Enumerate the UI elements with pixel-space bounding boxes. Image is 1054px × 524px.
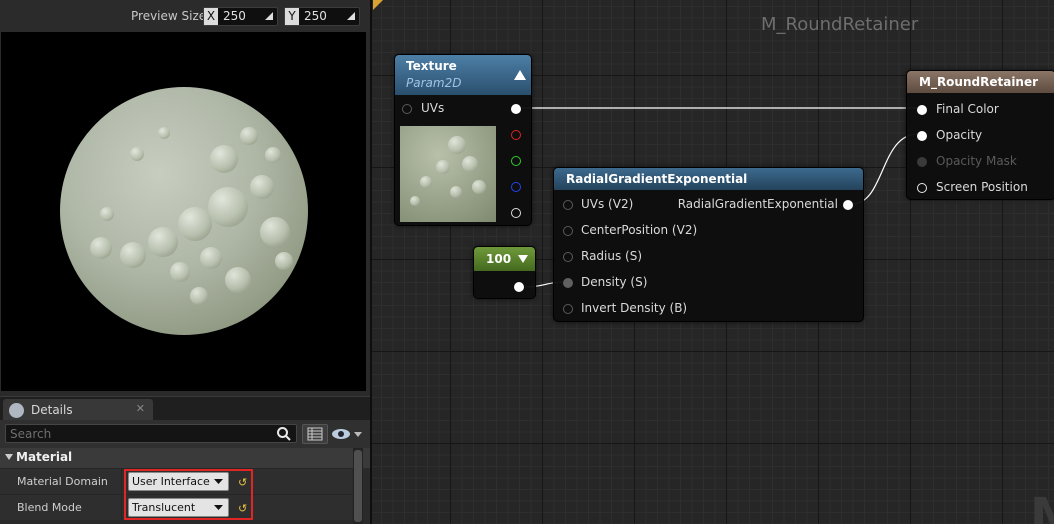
material-preview-viewport[interactable]: [1, 32, 366, 391]
input-row: Final Color: [907, 101, 1054, 119]
uvs-input-pin[interactable]: [563, 200, 573, 210]
details-tabbar: Details ✕: [0, 396, 370, 421]
input-row: Screen Position: [907, 179, 1054, 197]
opacity-mask-pin[interactable]: [917, 157, 927, 167]
details-tab-label: Details: [31, 403, 73, 417]
constant-output-pin[interactable]: [514, 282, 524, 292]
pin-label: Opacity Mask: [936, 154, 1017, 168]
opacity-pin[interactable]: [917, 131, 927, 141]
node-subtitle: Param2D: [406, 76, 462, 90]
pin-label: RadialGradientExponential: [677, 197, 838, 211]
node-header: RadialGradientExponential: [554, 168, 863, 190]
node-header: 100: [474, 247, 535, 271]
y-axis-label: Y: [285, 8, 299, 25]
input-row: Invert Density (B): [554, 300, 714, 318]
material-result-node[interactable]: M_RoundRetainer Final Color Opacity Opac…: [906, 70, 1054, 200]
preview-sphere: [60, 87, 308, 335]
centerposition-input-pin[interactable]: [563, 226, 573, 236]
input-row: Opacity: [907, 127, 1054, 145]
spin-arrow-icon: [347, 12, 355, 20]
radial-output-pin[interactable]: [843, 200, 853, 210]
graph-title: M_RoundRetainer: [761, 14, 919, 35]
search-input[interactable]: Search: [5, 424, 297, 443]
collapse-node-icon[interactable]: [514, 70, 526, 80]
pin-label: UVs: [421, 101, 445, 115]
left-panel: Preview Size X 250 Y 250 Details ✕ Searc…: [0, 0, 370, 524]
input-row: CenterPosition (V2): [554, 222, 714, 240]
red-output-pin[interactable]: [511, 130, 521, 140]
search-placeholder: Search: [10, 427, 52, 441]
grid-icon: [307, 427, 323, 441]
expand-node-icon[interactable]: [518, 255, 528, 263]
graph-corner-marker: [373, 0, 383, 10]
details-search-row: Search: [0, 420, 370, 448]
pin-label: Invert Density (B): [581, 301, 688, 315]
preview-x-field[interactable]: X 250: [203, 7, 278, 26]
density-input-pin[interactable]: [563, 278, 573, 288]
x-value: 250: [223, 9, 246, 23]
section-label: Material: [16, 450, 73, 464]
node-header: M_RoundRetainer: [907, 71, 1054, 93]
close-icon[interactable]: ✕: [136, 402, 145, 415]
scrollbar-thumb[interactable]: [354, 450, 362, 522]
screen-position-pin[interactable]: [917, 183, 927, 193]
tab-details[interactable]: Details ✕: [3, 399, 153, 421]
x-axis-label: X: [204, 8, 218, 25]
node-header: Texture Param2D: [395, 55, 531, 95]
constant-node[interactable]: 100: [473, 246, 536, 299]
constant-value: 100: [486, 252, 512, 266]
spin-arrow-icon: [265, 12, 273, 20]
property-name: Blend Mode: [17, 501, 82, 514]
input-row: Density (S): [554, 274, 694, 292]
input-row: Opacity Mask: [907, 153, 1054, 171]
final-color-pin[interactable]: [917, 105, 927, 115]
pin-label: Opacity: [936, 128, 983, 142]
collapse-triangle-icon: [5, 454, 13, 460]
pin-label: UVs (V2): [581, 197, 634, 211]
material-editor: Preview Size X 250 Y 250 Details ✕ Searc…: [0, 0, 1054, 524]
details-scrollbar[interactable]: [353, 448, 363, 524]
node-title: Texture: [406, 59, 457, 73]
texture-thumbnail: [400, 126, 496, 222]
node-title: M_RoundRetainer: [919, 75, 1039, 89]
radius-input-pin[interactable]: [563, 252, 573, 262]
uvs-input-pin[interactable]: [402, 104, 412, 114]
property-name: Material Domain: [17, 475, 108, 488]
eye-icon[interactable]: [331, 427, 363, 444]
column-divider: [121, 495, 122, 521]
green-output-pin[interactable]: [511, 156, 521, 166]
invertdensity-input-pin[interactable]: [563, 304, 573, 314]
pin-label: CenterPosition (V2): [581, 223, 698, 237]
pin-label: Radius (S): [581, 249, 643, 263]
highlight-box: [124, 469, 253, 520]
graph-watermark: M: [1030, 488, 1054, 524]
pin-label: Final Color: [936, 102, 999, 116]
search-icon: [277, 427, 291, 441]
column-divider: [121, 469, 122, 495]
pin-label: Screen Position: [936, 180, 1028, 194]
radial-gradient-node[interactable]: RadialGradientExponential UVs (V2) Cente…: [553, 167, 864, 322]
details-icon: [9, 403, 24, 418]
blue-output-pin[interactable]: [511, 182, 521, 192]
output-row: RadialGradientExponential: [678, 196, 861, 214]
input-row: Radius (S): [554, 248, 694, 266]
y-value: 250: [304, 9, 327, 23]
node-title: RadialGradientExponential: [566, 172, 748, 186]
view-options-button[interactable]: [302, 424, 328, 444]
material-section-header[interactable]: Material: [0, 448, 370, 468]
texture-param-node[interactable]: Texture Param2D UVs: [394, 54, 532, 226]
rgb-output-pin[interactable]: [511, 104, 521, 114]
alpha-output-pin[interactable]: [511, 208, 521, 218]
preview-toolbar: Preview Size X 250 Y 250: [0, 0, 370, 32]
pin-label: Density (S): [581, 275, 648, 289]
preview-y-field[interactable]: Y 250: [284, 7, 360, 26]
preview-size-label: Preview Size: [131, 9, 207, 23]
input-row: UVs (V2): [554, 196, 694, 214]
